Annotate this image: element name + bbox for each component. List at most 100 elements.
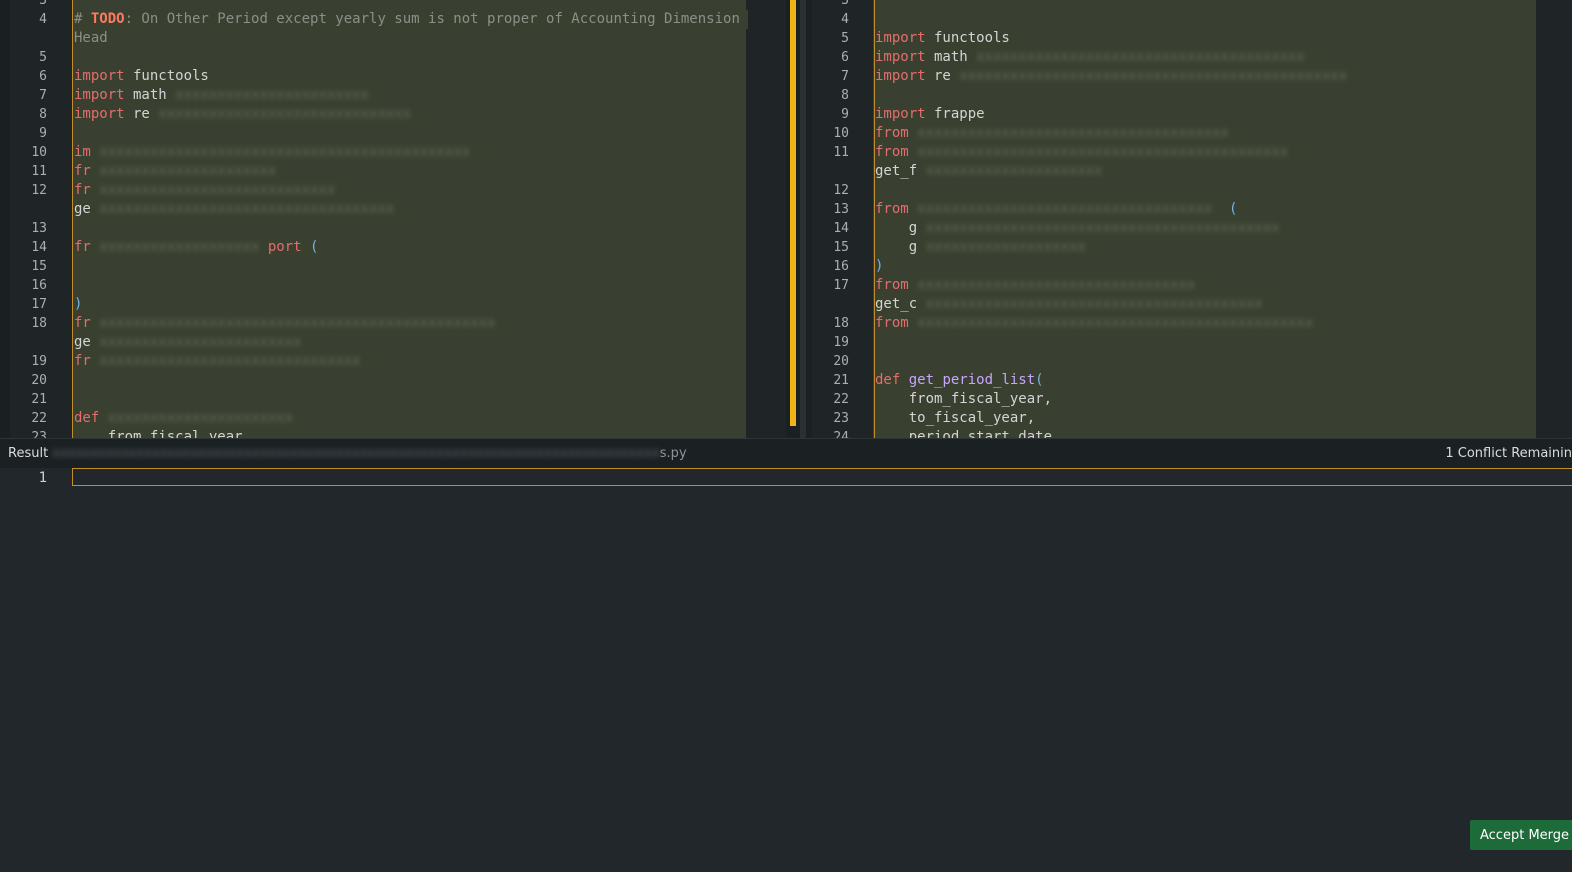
right-line-text: from xxxxxxxxxxxxxxxxxxxxxxxxxxxxxxxxxxx… — [875, 200, 1246, 219]
right-code-line: get_c xxxxxxxxxxxxxxxxxxxxxxxxxxxxxxxxxx… — [812, 295, 1572, 314]
left-code-line: 9 — [0, 124, 786, 143]
right-code-line: 11 from xxxxxxxxxxxxxxxxxxxxxxxxxxxxxxxxx… — [812, 143, 1572, 162]
right-line-number: 3 — [841, 0, 849, 8]
redacted-code: xxxxxxxxxxxxxxxxxxxxxxxxxxxxxxxxxxxxxxxx… — [90, 144, 479, 160]
right-line-number: 18 — [833, 316, 849, 331]
code-text: get_c — [875, 296, 918, 312]
right-code-line: 10 from xxxxxxxxxxxxxxxxxxxxxxxxxxxxxxxxx… — [812, 124, 1572, 143]
right-code-line: 15 g xxxxxxxxxxxxxxxxxxx — [812, 238, 1572, 257]
result-file-path: xxxxxxxxxxxxxxxxxxxxxxxxxxxxxxxxxxxxxxxx… — [52, 446, 687, 461]
right-editor-pane[interactable]: 3 4 5 import functools 6 import math xxxxxxxx… — [812, 0, 1572, 438]
redacted-code: xxxxxxxxxxxxxxxxxxxxxxxxxxxxxxxxxxxxxxxx… — [908, 144, 1297, 160]
left-line-number: 10 — [31, 145, 47, 160]
right-code-line: 9 import frappe — [812, 105, 1572, 124]
left-line-text: from_fiscal_year — [74, 428, 251, 438]
right-line-number: 24 — [833, 430, 849, 438]
code-text: g — [875, 220, 918, 236]
keyword: from — [875, 125, 909, 141]
left-line-number: 8 — [39, 107, 47, 122]
keyword: import — [74, 106, 125, 122]
left-code-line: 18 fr xxxxxxxxxxxxxxxxxxxxxxxxxxxxxxxxxxx… — [0, 314, 786, 333]
left-code-line: ge xxxxxxxxxxxxxxxxxxxxxxxxxxxxxxxxxxx — [0, 200, 786, 219]
left-line-text: fr xxxxxxxxxxxxxxxxxxxxxxxxxxxxxxx — [74, 352, 378, 371]
keyword: from — [875, 144, 909, 160]
scroll-track[interactable] — [800, 0, 806, 438]
right-line-text: ) — [875, 257, 892, 276]
keyword: fr — [74, 315, 91, 331]
conflicts-remaining: 1 Conflict Remainin — [1445, 446, 1572, 461]
left-line-number: 4 — [39, 12, 47, 27]
result-line-number: 1 — [38, 470, 47, 486]
right-line-number: 20 — [833, 354, 849, 369]
result-editor[interactable]: 1 — [0, 468, 1572, 872]
redacted-code: xxxxxxxxxxxxxxxxxxxxxxxx — [90, 334, 311, 350]
left-editor-pane[interactable]: 3 4 # TODO: On Other Period except yearly … — [0, 0, 786, 438]
todo-keyword: TODO — [90, 11, 125, 27]
redacted-code: xxxxxxxxxxxxxxxxxxxxxxxxxxxxxxxxxxx — [90, 201, 403, 217]
left-code-line: ge xxxxxxxxxxxxxxxxxxxxxxxx — [0, 333, 786, 352]
comment-text: Head — [74, 30, 108, 46]
right-line-number: 16 — [833, 259, 849, 274]
redacted-code: xxxxxxxxxxxxxxxxxxxxxxxxxxxxxxx — [90, 353, 370, 369]
right-line-number: 14 — [833, 221, 849, 236]
punctuation: ( — [1035, 372, 1044, 388]
result-line-input[interactable] — [72, 468, 1572, 486]
punctuation: ( — [1220, 201, 1238, 217]
left-line-number: 11 — [31, 164, 47, 179]
right-line-text: from xxxxxxxxxxxxxxxxxxxxxxxxxxxxxxxxx — [875, 276, 1212, 295]
left-line-text: fr xxxxxxxxxxxxxxxxxxxxx — [74, 162, 293, 181]
right-line-text: import frappe — [875, 105, 993, 124]
code-text: re — [124, 106, 150, 122]
left-line-text: ge xxxxxxxxxxxxxxxxxxxxxxxxxxxxxxxxxxx — [74, 200, 411, 219]
left-line-text: import math xxxxxxxxxxxxxxxxxxxxxxx — [74, 86, 386, 105]
code-text: functools — [124, 68, 209, 84]
left-line-number: 13 — [31, 221, 47, 236]
left-line-number: 9 — [39, 126, 47, 141]
right-code-line: 6 import math xxxxxxxxxxxxxxxxxxxxxxxxxxx… — [812, 48, 1572, 67]
left-line-text: ) — [74, 295, 91, 314]
right-code: 3 4 5 import functools 6 import math xxxxxxxx… — [812, 0, 1572, 438]
right-line-number: 10 — [833, 126, 849, 141]
keyword: fr — [74, 163, 91, 179]
right-code-line: 20 — [812, 352, 1572, 371]
right-line-number: 6 — [841, 50, 849, 65]
left-code-line: 6 import functools — [0, 67, 786, 86]
left-line-number: 12 — [31, 183, 47, 198]
merge-divider[interactable] — [786, 0, 812, 438]
right-line-number: 7 — [841, 69, 849, 84]
left-line-text: fr xxxxxxxxxxxxxxxxxxxxxxxxxxxx — [74, 181, 352, 200]
path-suffix: s.py — [659, 446, 687, 461]
right-line-text: period_start_date, — [875, 428, 1069, 438]
right-line-number: 4 — [841, 12, 849, 27]
right-line-text: import math xxxxxxxxxxxxxxxxxxxxxxxxxxxx… — [875, 48, 1322, 67]
left-line-number: 7 — [39, 88, 47, 103]
right-code-line: 3 — [812, 0, 1572, 10]
right-line-text: def get_period_list( — [875, 371, 1052, 390]
left-line-number: 18 — [31, 316, 47, 331]
right-line-number: 8 — [841, 88, 849, 103]
right-code-line: 8 — [812, 86, 1572, 105]
left-code-line: 8 import re xxxxxxxxxxxxxxxxxxxxxxxxxxxxx… — [0, 105, 786, 124]
redacted-code: xxxxxxxxxxxxxxxxxxxxxxx — [166, 87, 378, 103]
left-code-line: Head — [0, 29, 786, 48]
left-code-line: 21 — [0, 390, 786, 409]
left-code-line: 15 — [0, 257, 786, 276]
right-line-number: 21 — [833, 373, 849, 388]
left-line-text: # TODO: On Other Period except yearly su… — [74, 10, 748, 29]
left-line-number: 15 — [31, 259, 47, 274]
right-line-number: 15 — [833, 240, 849, 255]
code-text: re — [925, 68, 951, 84]
left-line-number: 6 — [39, 69, 47, 84]
keyword: fr — [74, 182, 91, 198]
redacted-code: xxxxxxxxxxxxxxxxxxxxxxxxxxxxxxxxxxxxxxxx… — [90, 315, 504, 331]
conflict-marker-bar — [790, 0, 796, 426]
result-header: Result xxxxxxxxxxxxxxxxxxxxxxxxxxxxxxxxx… — [0, 438, 1572, 468]
accept-merge-button[interactable]: Accept Merge — [1470, 820, 1572, 850]
left-line-number: 19 — [31, 354, 47, 369]
left-line-number: 22 — [31, 411, 47, 426]
redacted-code: xxxxxxxxxxxxxxxxxxxxxxxxxxxxxxxxxxxxx — [908, 125, 1238, 141]
right-line-number: 19 — [833, 335, 849, 350]
left-code: 3 4 # TODO: On Other Period except yearly … — [0, 0, 786, 438]
left-code-line: 10 im xxxxxxxxxxxxxxxxxxxxxxxxxxxxxxxxxxx… — [0, 143, 786, 162]
right-code-line: 14 g xxxxxxxxxxxxxxxxxxxxxxxxxxxxxxxxxxx… — [812, 219, 1572, 238]
